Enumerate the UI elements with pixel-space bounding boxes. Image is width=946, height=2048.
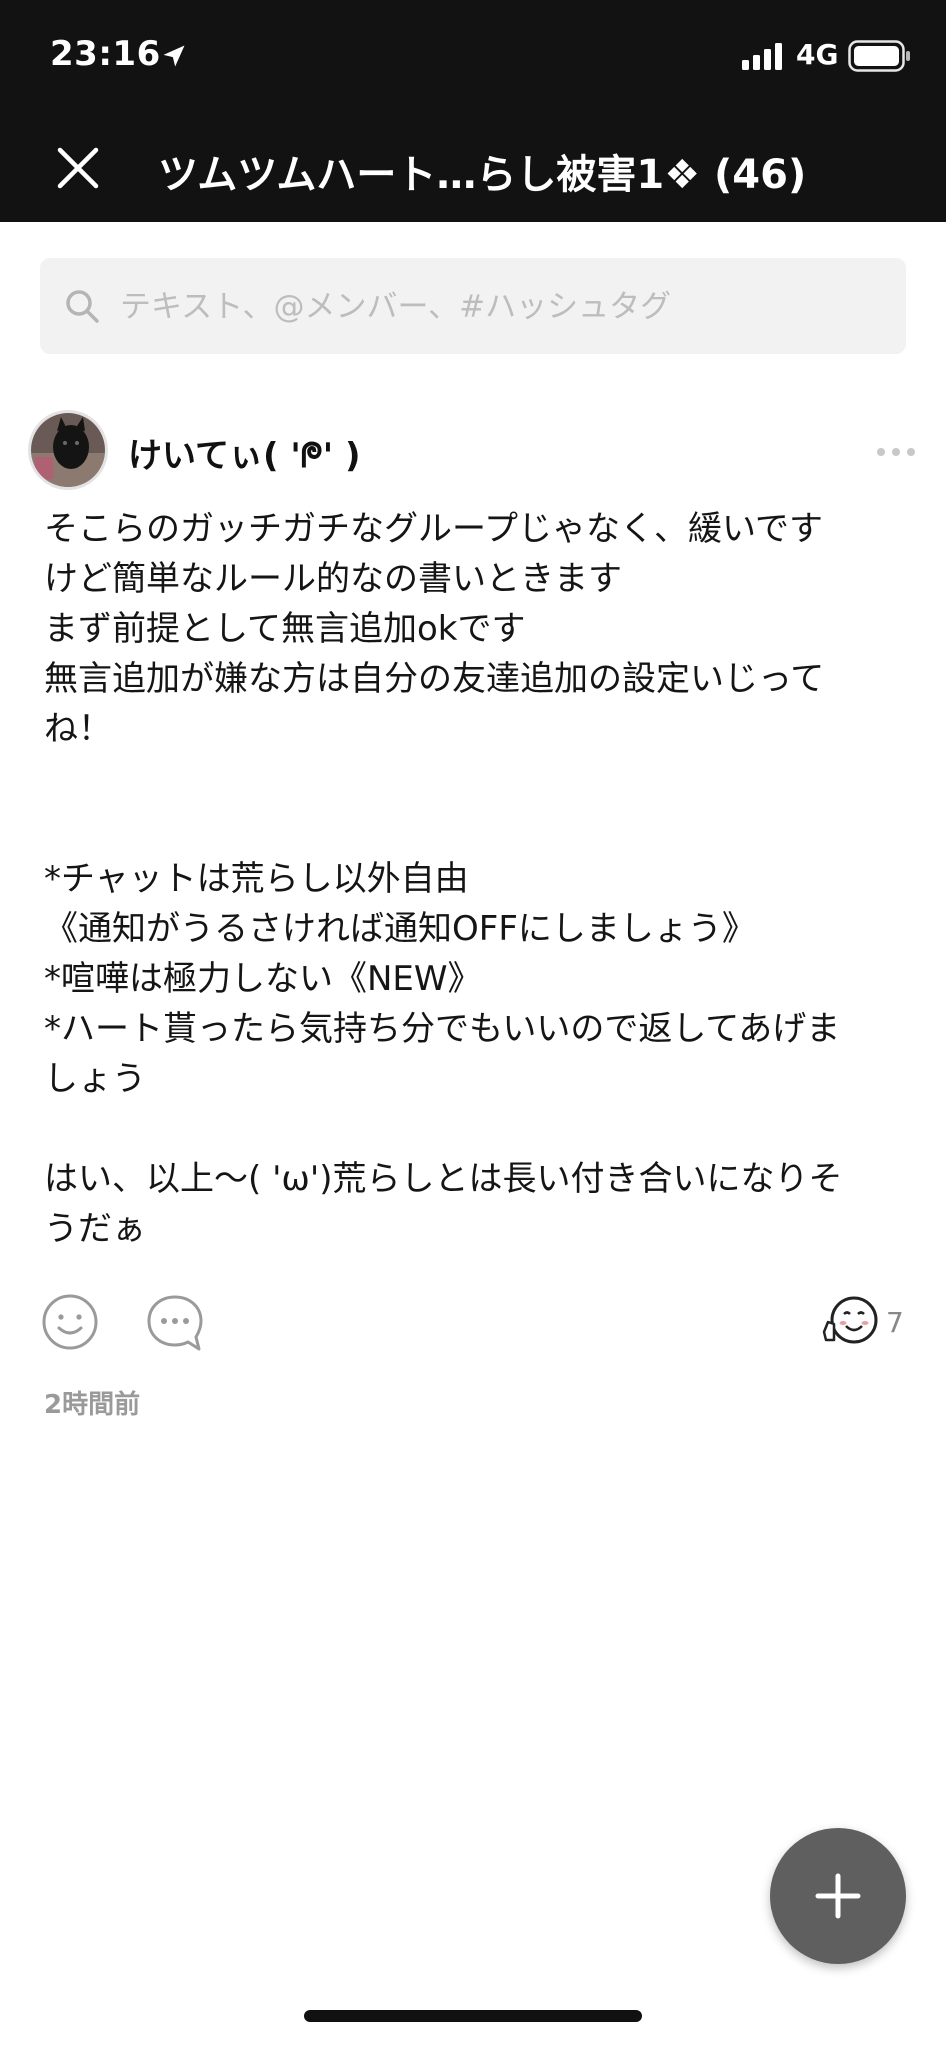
home-indicator[interactable] [304, 2010, 642, 2022]
network-type: 4G [796, 38, 839, 71]
avatar[interactable] [28, 410, 108, 490]
status-time: 23:16 [50, 34, 161, 74]
post-body: そこらのガッチガチなグループじゃなく、緩いです けど簡単なルール的なの書いときま… [44, 509, 843, 1249]
more-options-icon[interactable] [876, 446, 916, 458]
comment-icon[interactable] [144, 1292, 206, 1354]
reaction-sticker-icon[interactable] [818, 1292, 882, 1352]
emoji-reaction-icon[interactable] [40, 1292, 100, 1352]
avatar-image [31, 413, 105, 487]
location-arrow-icon [163, 45, 185, 67]
header: ツムツムハート…らし被害1❖ (46) [0, 118, 946, 222]
signal-icon [742, 43, 782, 70]
search-icon [66, 290, 99, 323]
search-bar[interactable] [40, 258, 906, 356]
status-bar: 23:16 4G [0, 0, 946, 118]
reaction-count[interactable]: 7 [886, 1306, 904, 1339]
top-bar: 23:16 4G ツムツムハート…らし被害1❖ (46) [0, 0, 946, 222]
post-timestamp: 2時間前 [44, 1390, 141, 1420]
battery-icon [848, 40, 910, 72]
add-post-button[interactable] [770, 1828, 906, 1964]
post-actions: 7 [0, 1292, 946, 1372]
plus-icon [815, 1873, 861, 1919]
author-name[interactable]: けいてぃ( 'ᖘ' ) [128, 428, 361, 477]
page-title: ツムツムハート…らし被害1❖ (46) [158, 152, 807, 198]
close-icon[interactable] [56, 146, 100, 190]
search-input[interactable] [118, 258, 882, 356]
